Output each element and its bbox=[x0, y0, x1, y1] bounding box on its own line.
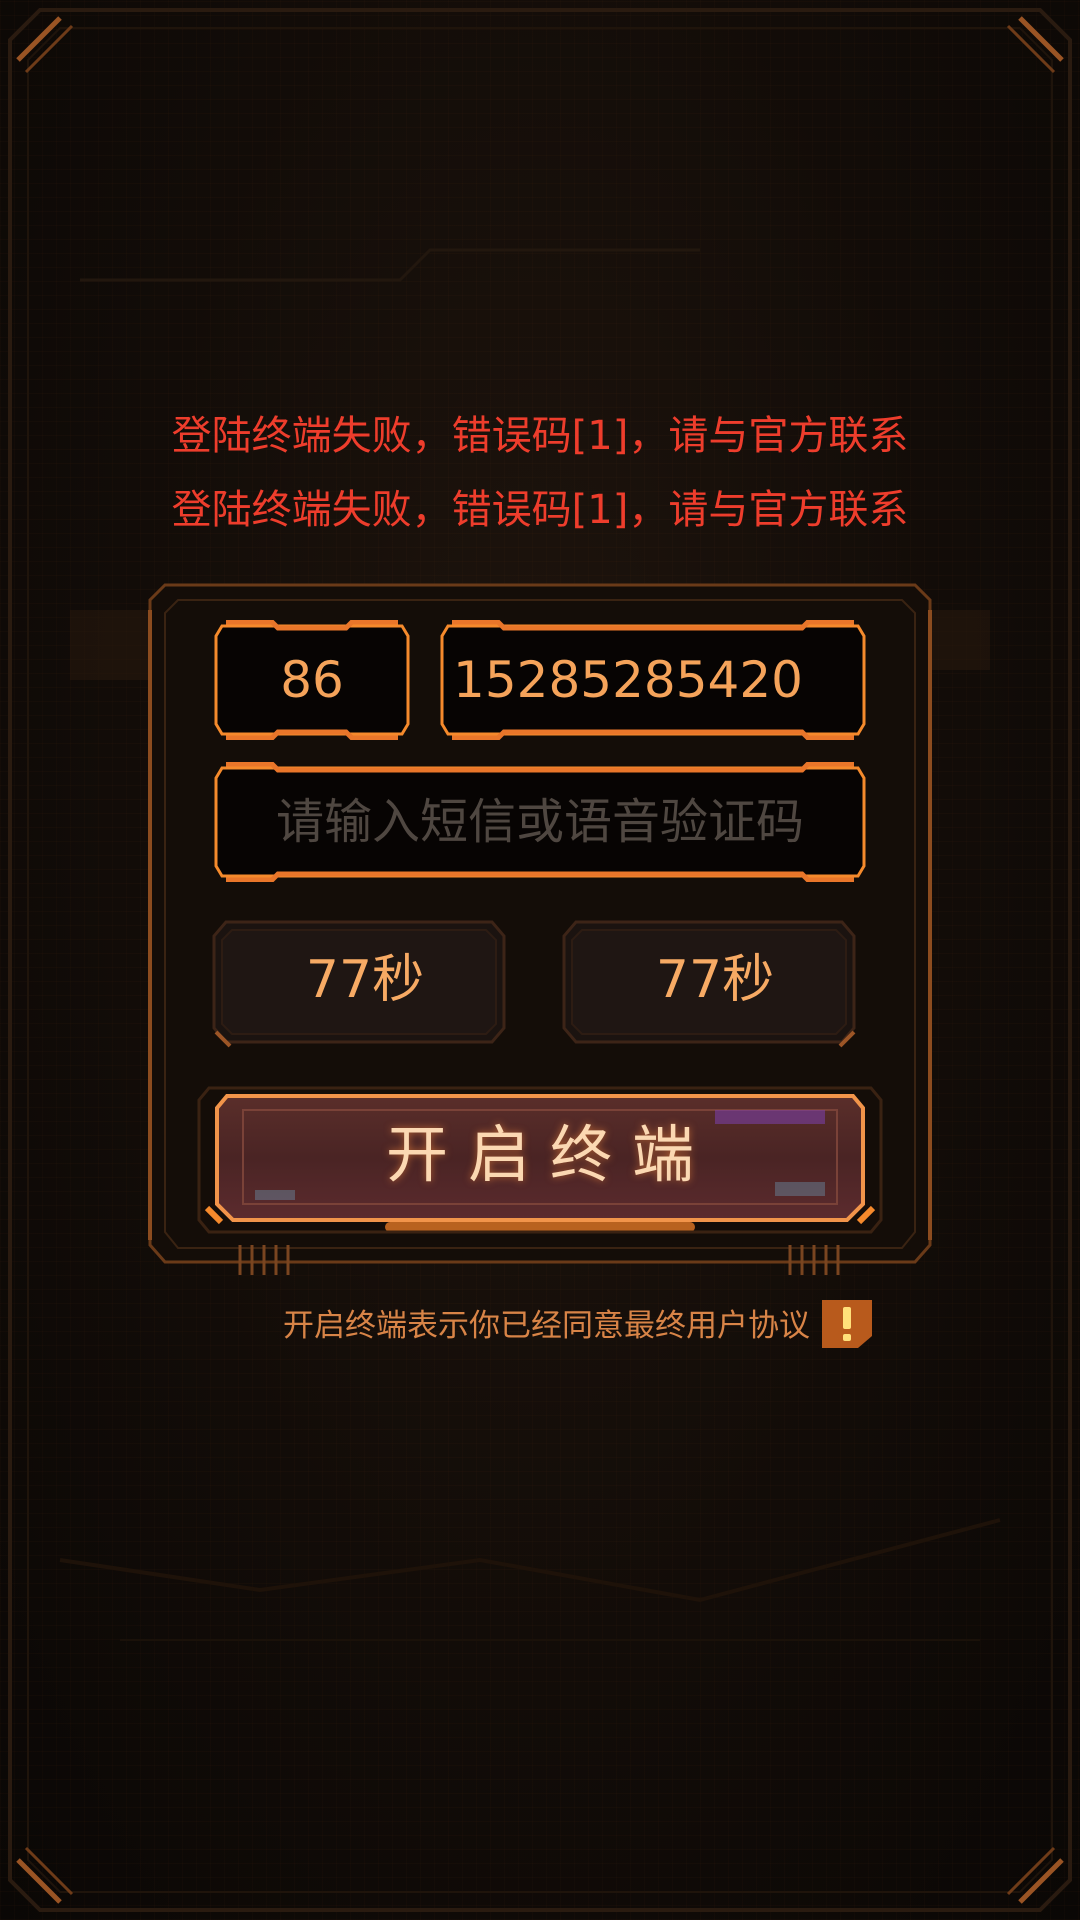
agreement-info-button[interactable] bbox=[820, 1298, 874, 1350]
exclamation-icon bbox=[822, 1300, 872, 1348]
sms-code-button[interactable]: 77秒 bbox=[220, 930, 510, 1030]
phone-input[interactable]: 15285285420 bbox=[438, 630, 818, 730]
login-screen: 登陆终端失败，错误码[1]，请与官方联系 登陆终端失败，错误码[1]，请与官方联… bbox=[0, 0, 1080, 1920]
country-code-input[interactable]: 86 bbox=[212, 630, 412, 730]
agreement-text[interactable]: 开启终端表示你已经同意最终用户协议 bbox=[200, 1304, 810, 1348]
voice-code-button[interactable]: 77秒 bbox=[570, 930, 860, 1030]
error-message-1: 登陆终端失败，错误码[1]，请与官方联系 bbox=[171, 413, 909, 459]
screen-frame bbox=[8, 8, 1072, 1912]
login-panel-frame bbox=[148, 583, 932, 1275]
error-message-2: 登陆终端失败，错误码[1]，请与官方联系 bbox=[171, 487, 909, 533]
start-terminal-button[interactable]: 开启终端 bbox=[220, 1120, 860, 1190]
verification-code-input[interactable]: 请输入短信或语音验证码 bbox=[212, 772, 868, 872]
